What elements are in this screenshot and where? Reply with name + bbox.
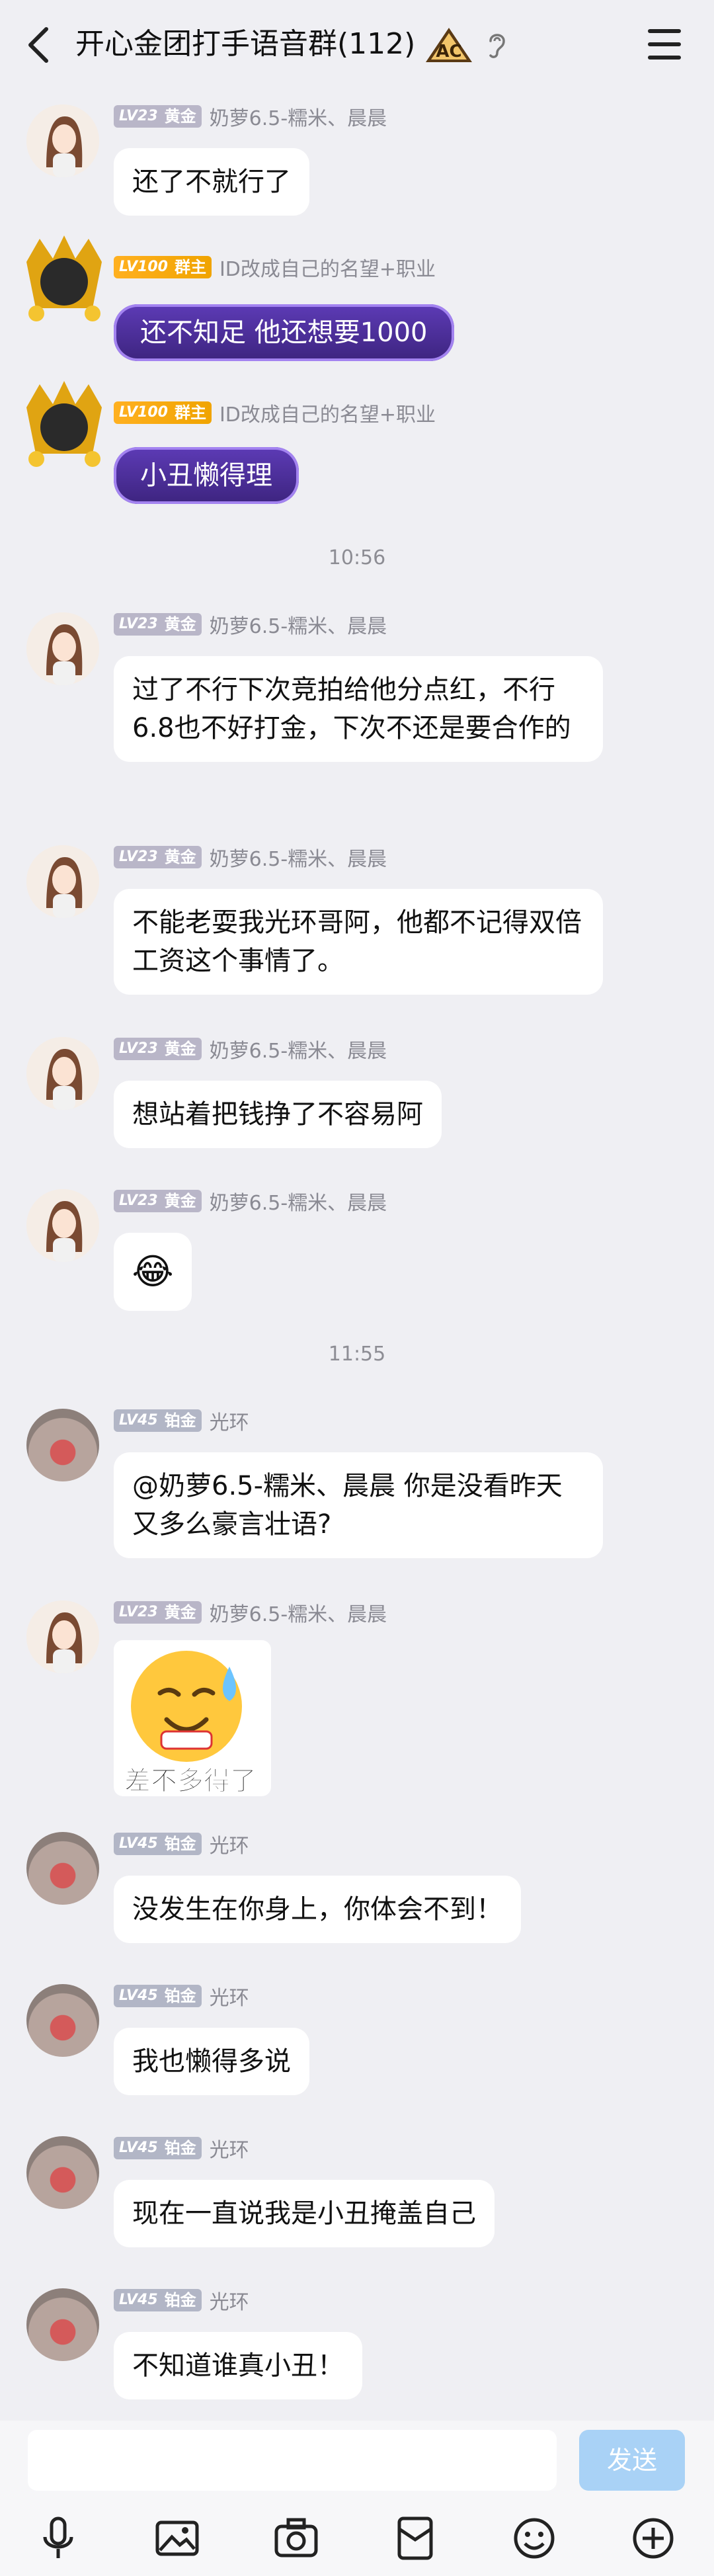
avatar[interactable] [26, 1037, 99, 1110]
level-badge: LV23 黄金 [114, 105, 202, 128]
level-badge: LV23 黄金 [114, 613, 202, 636]
message-bubble[interactable]: 没发生在你身上，你体会不到！ [114, 1876, 521, 1943]
avatar[interactable] [26, 104, 99, 177]
avatar[interactable] [26, 2136, 99, 2209]
avatar[interactable] [26, 2288, 99, 2361]
sender-nickname[interactable]: 光环 [210, 2134, 249, 2163]
message-bubble[interactable]: 现在一直说我是小丑掩盖自己 [114, 2180, 495, 2247]
level-badge: LV45 铂金 [114, 1833, 202, 1855]
avatar[interactable] [26, 1409, 99, 1481]
plus-icon[interactable] [629, 2514, 677, 2562]
microphone-icon[interactable] [34, 2514, 82, 2562]
sender-nickname[interactable]: 奶萝6.5-糯米、晨晨 [210, 1598, 387, 1627]
sender-meta: LV45 铂金 光环 [114, 2134, 249, 2163]
send-button[interactable]: 发送 [579, 2430, 685, 2491]
girl-avatar-icon [26, 1600, 99, 1673]
sender-nickname[interactable]: 奶萝6.5-糯米、晨晨 [210, 843, 387, 872]
sticker-message[interactable]: 差不多得了 [114, 1640, 271, 1797]
level-badge: LV100 群主 [114, 401, 212, 424]
sender-meta: LV23 黄金 奶萝6.5-糯米、晨晨 [114, 843, 387, 872]
group-badge-icon[interactable]: AC [420, 25, 477, 65]
emoji-message[interactable]: 😂 [114, 1233, 192, 1311]
message-bubble[interactable]: 过了不行下次竞拍给他分点红，不行6.8也不好打金，下次不还是要合作的 [114, 656, 603, 762]
avatar[interactable] [26, 612, 99, 685]
girl-avatar-icon [26, 1037, 99, 1110]
sender-meta: LV23 黄金 奶萝6.5-糯米、晨晨 [114, 1034, 387, 1063]
level-badge: LV23 黄金 [114, 1190, 202, 1212]
input-area: 发送 [0, 2421, 714, 2500]
sender-nickname[interactable]: 光环 [210, 1829, 249, 1858]
sender-nickname[interactable]: 奶萝6.5-糯米、晨晨 [210, 1034, 387, 1063]
sender-meta: LV23 黄金 奶萝6.5-糯米、晨晨 [114, 103, 387, 130]
emoji-icon[interactable] [510, 2514, 558, 2562]
avatar[interactable] [26, 845, 99, 918]
message-bubble[interactable]: 不能老耍我光环哥阿，他都不记得双倍工资这个事情了。 [114, 889, 603, 995]
sender-meta: LV45 铂金 光环 [114, 1981, 249, 2011]
chat-header: 开心金团打手语音群(112) AC [0, 0, 714, 93]
level-badge: LV45 铂金 [114, 2289, 202, 2311]
level-badge: LV45 铂金 [114, 2137, 202, 2159]
sender-meta: LV100 群主 ID改成自己的名望+职业 [114, 253, 436, 282]
sticker-caption: 差不多得了 [124, 1766, 257, 1797]
avatar[interactable] [26, 1832, 99, 1905]
sender-nickname[interactable]: 奶萝6.5-糯米、晨晨 [210, 610, 387, 639]
message-bubble[interactable]: 不知道谁真小丑！ [114, 2332, 362, 2399]
message-bubble[interactable]: 还不知足 他还想要1000 [114, 304, 454, 361]
girl-avatar-icon [26, 1189, 99, 1262]
girl-avatar-icon [26, 104, 99, 177]
sender-nickname[interactable]: 奶萝6.5-糯米、晨晨 [210, 1186, 387, 1216]
sender-nickname[interactable]: 奶萝6.5-糯米、晨晨 [210, 102, 387, 131]
message-bubble[interactable]: 还了不就行了 [114, 148, 309, 216]
sender-nickname[interactable]: 光环 [210, 1406, 249, 1435]
level-badge: LV100 群主 [114, 256, 212, 278]
level-badge: LV23 黄金 [114, 1601, 202, 1624]
camera-icon[interactable] [272, 2514, 320, 2562]
avatar[interactable] [26, 1600, 99, 1673]
timestamp: 10:56 [328, 546, 386, 569]
level-badge: LV23 黄金 [114, 846, 202, 868]
girl-avatar-icon [26, 612, 99, 685]
girl-avatar-icon [26, 845, 99, 918]
crown-avatar-icon [26, 381, 102, 467]
menu-icon[interactable] [648, 29, 681, 60]
sender-nickname[interactable]: ID改成自己的名望+职业 [219, 253, 436, 282]
level-badge: LV45 铂金 [114, 1985, 202, 2007]
sender-meta: LV45 铂金 光环 [114, 1829, 249, 1858]
timestamp: 11:55 [328, 1343, 386, 1366]
message-bubble[interactable]: 我也懒得多说 [114, 2028, 309, 2095]
message-bubble[interactable]: 小丑懒得理 [114, 447, 299, 504]
back-arrow-icon[interactable] [24, 25, 53, 65]
group-badge-text: AC [436, 42, 461, 62]
message-bubble[interactable]: @奶萝6.5-糯米、晨晨 你是没看昨天又多么豪言壮语? [114, 1452, 603, 1558]
message-input[interactable] [28, 2430, 557, 2491]
crown-avatar-icon [26, 235, 102, 321]
sender-meta: LV23 黄金 奶萝6.5-糯米、晨晨 [114, 611, 387, 638]
sender-meta: LV100 群主 ID改成自己的名望+职业 [114, 398, 436, 427]
sender-meta: LV45 铂金 光环 [114, 2286, 249, 2315]
red-packet-icon[interactable] [391, 2514, 439, 2562]
avatar[interactable] [20, 381, 108, 470]
avatar[interactable] [26, 1189, 99, 1262]
image-icon[interactable] [153, 2514, 201, 2562]
avatar[interactable] [26, 1984, 99, 2057]
level-badge: LV23 黄金 [114, 1038, 202, 1060]
avatar[interactable] [20, 235, 108, 324]
group-title[interactable]: 开心金团打手语音群(112) [75, 21, 415, 67]
sender-nickname[interactable]: ID改成自己的名望+职业 [219, 398, 436, 427]
level-badge: LV45 铂金 [114, 1409, 202, 1432]
sender-meta: LV23 黄金 奶萝6.5-糯米、晨晨 [114, 1186, 387, 1216]
message-bubble[interactable]: 想站着把钱挣了不容易阿 [114, 1081, 442, 1148]
ear-icon[interactable] [485, 30, 508, 60]
sender-meta: LV45 铂金 光环 [114, 1407, 249, 1434]
sender-meta: LV23 黄金 奶萝6.5-糯米、晨晨 [114, 1599, 387, 1626]
sender-nickname[interactable]: 光环 [210, 1981, 249, 2011]
bottom-toolbar [0, 2500, 714, 2576]
sender-nickname[interactable]: 光环 [210, 2286, 249, 2315]
